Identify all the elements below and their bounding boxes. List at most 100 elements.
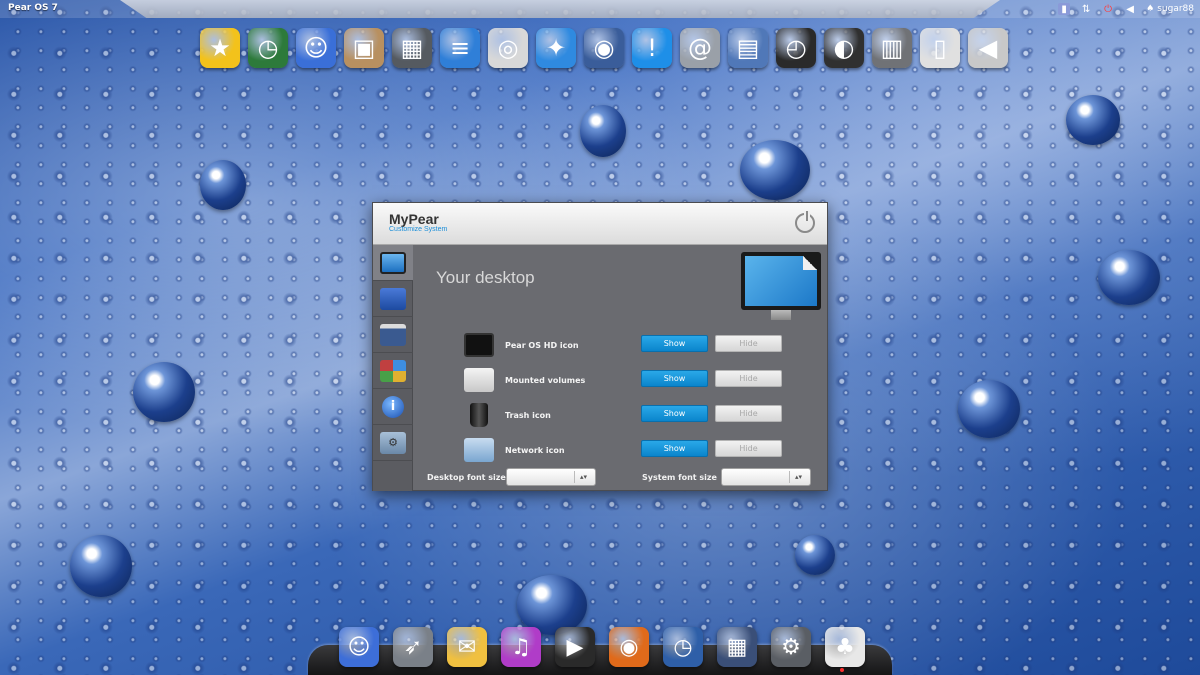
clock-icon[interactable]: ◴	[776, 28, 816, 68]
documents-icon[interactable]: ≡	[440, 28, 480, 68]
calculator-icon[interactable]: ▦	[392, 28, 432, 68]
volume-icon[interactable]: ◀	[1124, 3, 1136, 15]
system-tray: ▮ ⇅ ⏻ ◀ ♠ sugar88	[1058, 2, 1194, 16]
keyboard-layout-icon[interactable]: ▮	[1058, 3, 1071, 15]
show-button[interactable]: Show	[641, 370, 708, 387]
desktop-font-size-value	[507, 477, 511, 486]
water-drop	[200, 160, 246, 210]
mail-envelope-icon[interactable]: ✉	[447, 627, 487, 667]
network-arrows-icon[interactable]: ⇅	[1080, 3, 1092, 15]
hide-button[interactable]: Hide	[715, 440, 782, 457]
monitor-icon	[380, 251, 406, 274]
settings-folder-icon: ⚙	[380, 431, 406, 454]
sidebar-item-dock[interactable]	[373, 281, 413, 317]
favorites-star-icon[interactable]: ★	[200, 28, 240, 68]
pear-about-icon[interactable]: ♣	[825, 627, 865, 667]
dvd-player-icon[interactable]: ◎	[488, 28, 528, 68]
water-drop	[958, 380, 1020, 438]
spinner-arrows-icon[interactable]: ▴▾	[574, 471, 592, 483]
safari-compass-icon[interactable]: ✦	[536, 28, 576, 68]
desktop-font-size-select[interactable]: ▴▾	[506, 468, 596, 486]
firefox-icon[interactable]: ◉	[609, 627, 649, 667]
app-store-icon[interactable]: ▦	[717, 627, 757, 667]
show-button[interactable]: Show	[641, 440, 708, 457]
usb-drive-icon	[464, 368, 494, 392]
itunes-music-icon[interactable]: ♫	[501, 627, 541, 667]
top-dock: ★ ◷ ☺ ▣ ▦ ≡ ◎ ✦ ◉! @ ▤ ◴ ◐ ▥ ▯ ◀	[200, 6, 1008, 68]
window-header: MyPear Customize System	[373, 203, 827, 245]
gauges-icon[interactable]: ◐	[824, 28, 864, 68]
sidebar-item-window[interactable]	[373, 317, 413, 353]
window-theme-icon	[380, 323, 406, 346]
mission-control-icon[interactable]: ▤	[728, 28, 768, 68]
widgets-icon	[380, 359, 406, 382]
water-drop	[133, 362, 195, 422]
finder-icon[interactable]: ☺	[339, 627, 379, 667]
mypear-window: MyPear Customize System i ⚙ Your desktop	[372, 202, 828, 491]
speaker-icon[interactable]: ◀	[968, 28, 1008, 68]
water-drop	[795, 535, 835, 575]
installer-package-icon[interactable]: ▣	[344, 28, 384, 68]
system-preferences-icon[interactable]: ⚙	[771, 627, 811, 667]
app-title: MyPear	[389, 211, 439, 227]
user-menu[interactable]: ♠ sugar88	[1146, 4, 1194, 14]
option-row-network: Network icon Show Hide	[414, 436, 782, 466]
option-row-trash: Trash icon Show Hide	[414, 401, 782, 431]
option-label: Pear OS HD icon	[505, 341, 579, 350]
pear-user-icon: ♠	[1146, 4, 1155, 14]
time-machine-icon[interactable]: ◷	[663, 627, 703, 667]
water-drop	[740, 140, 810, 200]
username-label: sugar88	[1157, 4, 1194, 14]
sidebar: i ⚙	[373, 245, 413, 491]
bottom-dock: ☺ ➶ ✉ ♫ ▶ ◉ ◷ ▦ ⚙ ♣	[339, 627, 865, 667]
system-font-size-select[interactable]: ▴▾	[721, 468, 811, 486]
system-font-size-value	[722, 477, 726, 486]
messages-icon[interactable]: !	[632, 28, 672, 68]
launchpad-rocket-icon[interactable]: ➶	[393, 627, 433, 667]
running-indicator	[840, 668, 844, 672]
show-button[interactable]: Show	[641, 405, 708, 422]
os-name-menu[interactable]: Pear OS 7	[8, 3, 58, 13]
mail-at-icon[interactable]: @	[680, 28, 720, 68]
network-folder-icon	[464, 438, 494, 462]
section-title: Your desktop	[436, 268, 535, 287]
water-drop	[1098, 250, 1160, 305]
spinner-arrows-icon[interactable]: ▴▾	[789, 471, 807, 483]
water-drop	[70, 535, 132, 597]
power-close-icon[interactable]	[795, 211, 815, 233]
screen-capture-icon[interactable]: ◉	[584, 28, 624, 68]
app-subtitle: Customize System	[389, 226, 448, 233]
water-drop	[517, 575, 587, 635]
hide-button[interactable]: Hide	[715, 405, 782, 422]
hide-button[interactable]: Hide	[715, 335, 782, 352]
power-indicator-icon[interactable]: ⏻	[1102, 3, 1114, 15]
video-player-icon[interactable]: ▶	[555, 627, 595, 667]
trash-icon[interactable]: ▥	[872, 28, 912, 68]
monitor-screen	[745, 256, 817, 306]
option-label: Mounted volumes	[505, 376, 586, 385]
show-button[interactable]: Show	[641, 335, 708, 352]
hide-button[interactable]: Hide	[715, 370, 782, 387]
trash-can-icon	[470, 403, 488, 427]
content-panel: Your desktop Pear OS HD icon Show Hide M…	[414, 246, 827, 490]
dock-icon	[380, 287, 406, 310]
finder-icon[interactable]: ☺	[296, 28, 336, 68]
option-label: Trash icon	[505, 411, 551, 420]
desktop-font-size-label: Desktop font size	[427, 473, 506, 482]
water-drop	[1066, 95, 1120, 145]
sidebar-item-info[interactable]: i	[373, 389, 413, 425]
option-row-mounted-volumes: Mounted volumes Show Hide	[414, 366, 782, 396]
option-row-hd-icon: Pear OS HD icon Show Hide	[414, 331, 782, 361]
info-icon: i	[382, 395, 404, 418]
time-machine-icon[interactable]: ◷	[248, 28, 288, 68]
water-drop	[580, 105, 626, 157]
hd-monitor-icon	[464, 333, 494, 357]
sidebar-item-widgets[interactable]	[373, 353, 413, 389]
switch-icon[interactable]: ▯	[920, 28, 960, 68]
sidebar-item-settings[interactable]: ⚙	[373, 425, 413, 461]
system-font-size-label: System font size	[642, 473, 717, 482]
sidebar-item-desktop[interactable]	[373, 245, 413, 281]
monitor-stand	[771, 310, 791, 320]
desktop-preview-monitor-icon	[741, 252, 821, 310]
option-label: Network icon	[505, 446, 565, 455]
